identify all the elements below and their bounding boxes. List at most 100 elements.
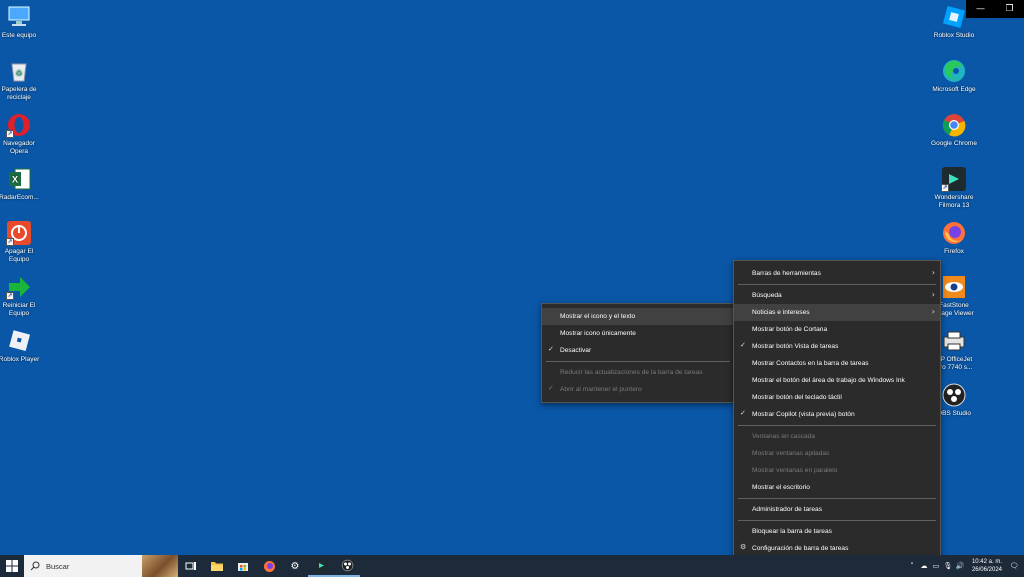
desktop-icon-filmora[interactable]: ↗ Wondershare Filmora 13 — [930, 166, 978, 210]
restore-icon[interactable]: ❐ — [995, 0, 1024, 18]
desktop-icon-apagar[interactable]: ↗ Apagar El Equipo — [0, 220, 43, 264]
desktop-icon-roblox-player[interactable]: Roblox Player — [0, 328, 43, 364]
shortcut-arrow-icon: ↗ — [6, 292, 14, 300]
menu-separator — [738, 520, 936, 521]
shortcut-arrow-icon: ↗ — [941, 184, 949, 192]
menu-item-label: Mostrar botón del teclado táctil — [752, 394, 842, 401]
menu-item-label: Ventanas en cascada — [752, 433, 816, 440]
search-box[interactable]: Buscar — [24, 555, 178, 577]
shortcut-arrow-icon: ↗ — [6, 130, 14, 138]
desktop-icon-label: Roblox Player — [0, 356, 40, 363]
menu-item-label: Mostrar el icono y el texto — [560, 313, 636, 320]
shortcut-arrow-icon: ↗ — [6, 238, 14, 246]
menu-item-copilot[interactable]: ✓ Mostrar Copilot (vista previa) botón — [734, 406, 940, 423]
chevron-right-icon: › — [931, 290, 935, 299]
task-view-icon[interactable] — [178, 555, 204, 577]
desktop-icon-chrome[interactable]: Google Chrome — [930, 112, 978, 148]
system-tray: ˄ ☁ ▭ 🎙 🔊 10:42 a. m. 26/06/2024 🗨 — [906, 555, 1024, 577]
store-icon[interactable] — [230, 555, 256, 577]
checkmark-icon: ✓ — [740, 341, 746, 349]
menu-item-label: Bloquear la barra de tareas — [752, 528, 832, 535]
windows-logo-icon — [6, 560, 18, 572]
cloud-icon[interactable]: ☁ — [918, 562, 930, 570]
faststone-icon — [941, 274, 967, 300]
desktop-icon-label: Navegador Opera — [3, 140, 35, 155]
desktop-icon-label: Google Chrome — [931, 140, 977, 147]
search-placeholder: Buscar — [46, 561, 70, 571]
menu-item-label: Barras de herramientas — [752, 270, 821, 277]
menu-item-show-desktop[interactable]: Mostrar el escritorio — [734, 479, 940, 496]
desktop-icon-reiniciar[interactable]: ↗ Reiniciar El Equipo — [0, 274, 43, 318]
chrome-icon — [941, 112, 967, 138]
menu-item-cortana[interactable]: Mostrar botón de Cortana — [734, 321, 940, 338]
clock[interactable]: 10:42 a. m. 26/06/2024 — [972, 558, 1002, 574]
obs-icon — [941, 382, 967, 408]
submenu-item-icon-and-text[interactable]: Mostrar el icono y el texto — [542, 308, 734, 325]
edge-icon — [941, 58, 967, 84]
menu-item-label: Mostrar ventanas en paralelo — [752, 467, 838, 474]
menu-item-search[interactable]: Búsqueda › — [734, 287, 940, 304]
file-explorer-icon[interactable] — [204, 555, 230, 577]
network-icon[interactable]: ▭ — [930, 562, 942, 570]
submenu-item-disable[interactable]: ✓ Desactivar — [542, 342, 734, 359]
menu-item-label: Mostrar icono únicamente — [560, 330, 636, 337]
menu-item-news[interactable]: Noticias e intereses › — [734, 304, 940, 321]
checkmark-icon: ✓ — [548, 384, 554, 392]
menu-separator — [738, 425, 936, 426]
submenu-item-open-on-hover: ✓ Abrir al mantener el puntero — [542, 381, 734, 398]
menu-item-label: Mostrar botón de Cortana — [752, 326, 828, 333]
filmora-icon: ↗ — [941, 166, 967, 192]
volume-icon[interactable]: 🔊 — [954, 562, 966, 570]
menu-item-label: Abrir al mantener el puntero — [560, 386, 642, 393]
svg-text:X: X — [12, 175, 18, 185]
desktop-icon-label: Microsoft Edge — [932, 86, 976, 93]
menu-separator — [738, 498, 936, 499]
taskbar-context-menu: Barras de herramientas › Búsqueda › Noti… — [733, 260, 941, 562]
taskbar: Buscar ⚙ ˄ ☁ ▭ 🎙 🔊 10:42 a. m. 26/06/202… — [0, 555, 1024, 577]
menu-item-label: Mostrar el botón del área de trabajo de … — [752, 377, 905, 384]
desktop-icon-opera[interactable]: ↗ Navegador Opera — [0, 112, 43, 156]
desktop-icon-label: RadarEcom... — [0, 194, 39, 201]
menu-item-task-view[interactable]: ✓ Mostrar botón Vista de tareas — [734, 338, 940, 355]
desktop-icon-este-equipo[interactable]: Este equipo — [0, 4, 43, 40]
desktop-icon-radarecom[interactable]: X RadarEcom... — [0, 166, 43, 202]
desktop-icon-label: Este equipo — [1, 32, 37, 39]
filmora-icon[interactable] — [308, 555, 334, 577]
chevron-up-icon[interactable]: ˄ — [906, 562, 918, 570]
firefox-icon[interactable] — [256, 555, 282, 577]
clock-time: 10:42 a. m. — [971, 559, 1002, 565]
excel-icon: X — [6, 166, 32, 192]
menu-item-toolbars[interactable]: Barras de herramientas › — [734, 265, 940, 282]
start-button[interactable] — [0, 555, 24, 577]
desktop-icon-roblox-studio[interactable]: Roblox Studio — [930, 4, 978, 40]
obs-icon[interactable] — [334, 555, 360, 577]
gear-icon: ⚙ — [740, 543, 747, 551]
microphone-icon[interactable]: 🎙 — [942, 562, 954, 570]
menu-item-task-manager[interactable]: Administrador de tareas — [734, 501, 940, 518]
desktop-icon-firefox[interactable]: Firefox — [930, 220, 978, 256]
power-icon: ↗ — [6, 220, 32, 246]
notifications-icon[interactable]: 🗨 — [1008, 562, 1020, 570]
menu-item-lock-taskbar[interactable]: Bloquear la barra de tareas — [734, 523, 940, 540]
menu-item-label: Configuración de barra de tareas — [752, 545, 849, 552]
menu-item-label: Noticias e intereses — [752, 309, 810, 316]
submenu-item-icon-only[interactable]: Mostrar icono únicamente — [542, 325, 734, 342]
desktop-icon-label: Firefox — [944, 248, 964, 255]
news-submenu: Mostrar el icono y el texto Mostrar icon… — [541, 303, 735, 403]
svg-text:♻: ♻ — [15, 69, 22, 78]
menu-item-label: Desactivar — [560, 347, 592, 354]
menu-item-label: Búsqueda — [752, 292, 782, 299]
computer-icon — [6, 4, 32, 30]
menu-separator — [738, 284, 936, 285]
desktop-icon-edge[interactable]: Microsoft Edge — [930, 58, 978, 94]
menu-item-label: Mostrar Contactos en la barra de tareas — [752, 360, 869, 367]
printer-icon — [941, 328, 967, 354]
settings-icon[interactable]: ⚙ — [282, 555, 308, 577]
restart-arrow-icon: ↗ — [6, 274, 32, 300]
menu-item-label: Mostrar botón Vista de tareas — [752, 343, 839, 350]
menu-item-windows-ink[interactable]: Mostrar el botón del área de trabajo de … — [734, 372, 940, 389]
menu-item-touch-keyboard[interactable]: Mostrar botón del teclado táctil — [734, 389, 940, 406]
desktop-icon-papelera[interactable]: ♻ Papelera de reciclaje — [0, 58, 43, 102]
menu-item-stacked: Mostrar ventanas apiladas — [734, 445, 940, 462]
menu-item-contacts[interactable]: Mostrar Contactos en la barra de tareas — [734, 355, 940, 372]
